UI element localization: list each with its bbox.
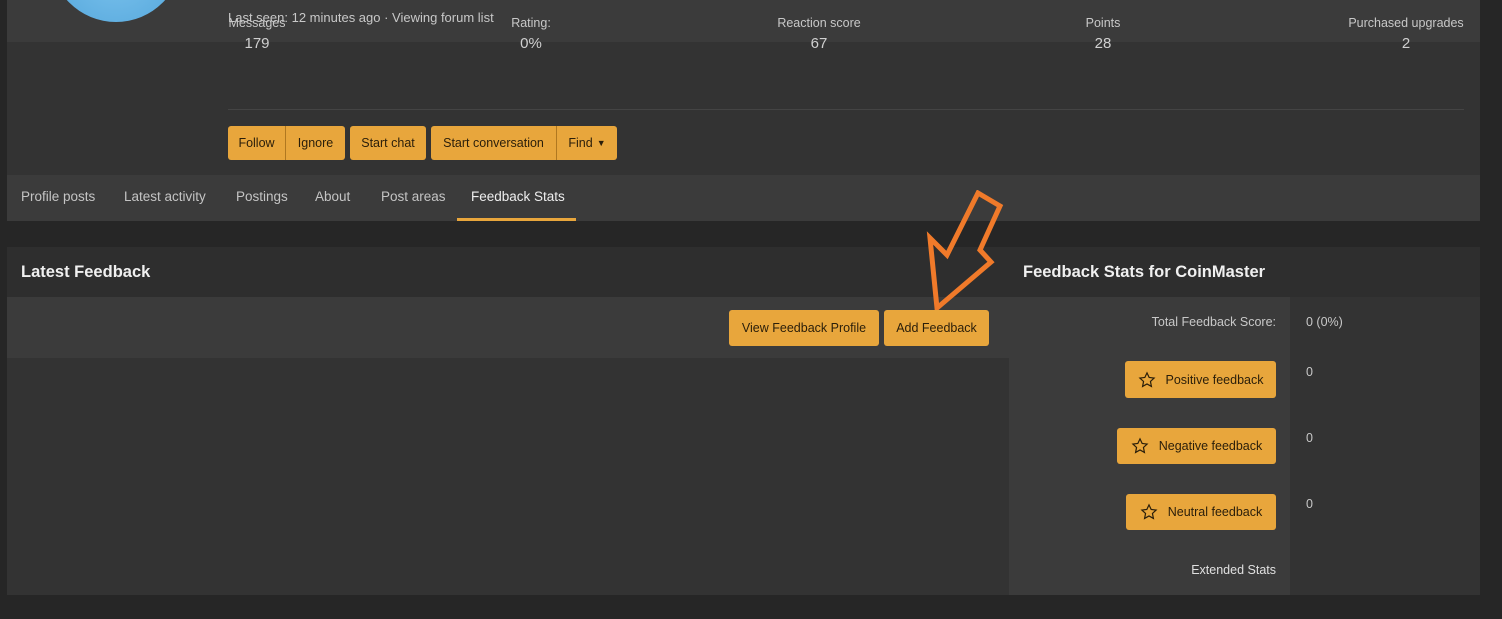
tab-postings[interactable]: Postings	[236, 175, 288, 221]
caret-down-icon: ▼	[596, 138, 606, 148]
stat-value: 0%	[520, 35, 542, 52]
tab-latest-activity[interactable]: Latest activity	[124, 175, 206, 221]
star-icon	[1131, 437, 1149, 454]
negative-label: Negative feedback	[1158, 439, 1263, 453]
stat-label: Purchased upgrades	[1348, 16, 1464, 30]
positive-label: Positive feedback	[1165, 372, 1264, 387]
view-feedback-profile-button[interactable]: View Feedback Profile	[729, 310, 879, 346]
tab-profile-posts[interactable]: Profile posts	[21, 175, 95, 221]
stat-label: Messages	[228, 16, 286, 30]
stat-points: Points 28	[1078, 16, 1128, 52]
stat-purchased-upgrades: Purchased upgrades 2	[1340, 16, 1472, 52]
stat-reaction-score: Reaction score 67	[768, 16, 870, 52]
arrow-annotation-icon	[926, 190, 1004, 310]
negative-value: 0	[1306, 431, 1313, 445]
latest-feedback-title: Latest Feedback	[21, 263, 151, 281]
stat-label: Rating:	[511, 16, 551, 30]
total-score-label: Total Feedback Score:	[1151, 315, 1276, 329]
star-icon	[1140, 503, 1158, 520]
positive-feedback-button[interactable]: Positive feedback	[1125, 361, 1276, 398]
follow-button[interactable]: Follow	[228, 126, 286, 160]
find-dropdown-button[interactable]: Find ▼	[557, 126, 617, 160]
tab-feedback-stats[interactable]: Feedback Stats	[457, 175, 576, 221]
add-feedback-button[interactable]: Add Feedback	[884, 310, 989, 346]
profile-tabs	[7, 175, 1480, 221]
negative-feedback-button[interactable]: Negative feedback	[1117, 428, 1276, 464]
neutral-feedback-button[interactable]: Neutral feedback	[1126, 494, 1276, 530]
divider	[228, 109, 1464, 110]
start-chat-button[interactable]: Start chat	[350, 126, 426, 160]
stat-value: 28	[1094, 35, 1112, 52]
stat-rating: Rating: 0%	[500, 16, 562, 52]
tab-post-areas[interactable]: Post areas	[381, 175, 446, 221]
find-label: Find	[568, 136, 593, 150]
stat-value: 67	[810, 35, 828, 52]
neutral-value: 0	[1306, 497, 1313, 511]
ignore-button[interactable]: Ignore	[286, 126, 345, 160]
feedback-stats-title: Feedback Stats for CoinMaster	[1023, 263, 1266, 281]
start-conversation-button[interactable]: Start conversation	[431, 126, 557, 160]
tab-about[interactable]: About	[315, 175, 350, 221]
stat-messages: Messages 179	[227, 16, 287, 52]
extended-stats-link[interactable]: Extended Stats	[1191, 563, 1276, 577]
stat-label: Reaction score	[777, 16, 861, 30]
stat-label: Points	[1085, 16, 1121, 30]
stat-value: 2	[1401, 35, 1411, 52]
positive-value: 0	[1306, 365, 1313, 379]
star-icon	[1138, 370, 1155, 388]
total-score-value: 0 (0%)	[1306, 315, 1343, 329]
neutral-label: Neutral feedback	[1167, 505, 1263, 519]
stat-value: 179	[244, 35, 270, 52]
